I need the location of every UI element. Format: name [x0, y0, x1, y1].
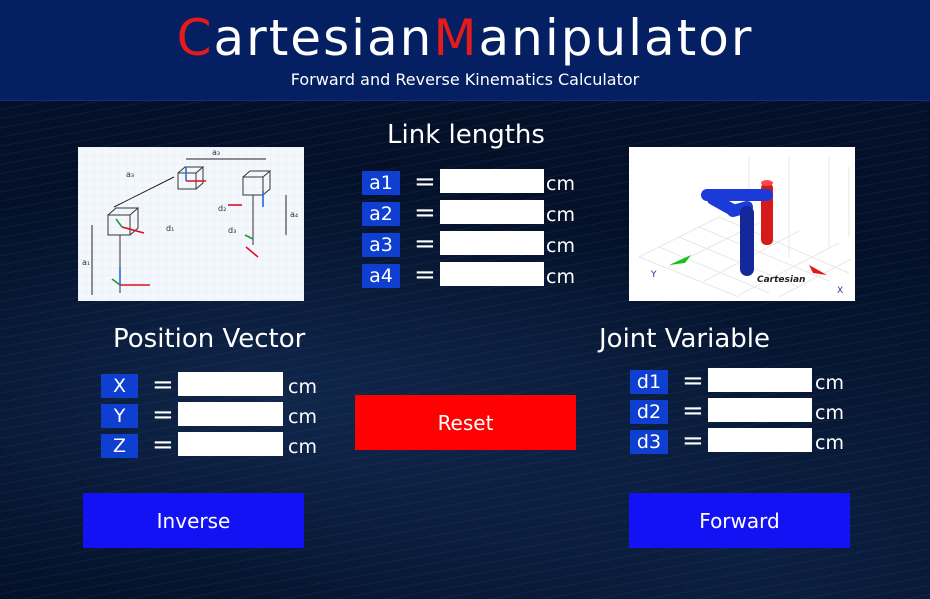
robot-render-image: Y X Cartesian — [629, 147, 855, 301]
position-z-row: Z = cm — [101, 430, 331, 460]
link-a3-row: a3 = cm — [362, 229, 592, 259]
equals-sign: = — [682, 426, 704, 456]
link-a2-label: a2 — [362, 202, 400, 226]
equals-sign: = — [682, 366, 704, 396]
inverse-button[interactable]: Inverse — [83, 493, 304, 548]
link-a3-unit: cm — [546, 235, 575, 257]
equals-sign: = — [152, 400, 174, 430]
position-x-label: X — [101, 374, 138, 398]
position-y-row: Y = cm — [101, 400, 331, 430]
link-a2-unit: cm — [546, 204, 575, 226]
joint-d3-label: d3 — [630, 430, 668, 454]
equals-sign: = — [414, 260, 436, 290]
position-x-row: X = cm — [101, 370, 331, 400]
equals-sign: = — [682, 396, 704, 426]
diagram-label-a4: a₄ — [290, 210, 298, 219]
joint-d1-unit: cm — [815, 372, 844, 394]
joint-variable-title: Joint Variable — [599, 324, 771, 354]
diagram-label-d3: d₃ — [228, 226, 236, 235]
link-a1-row: a1 = cm — [362, 167, 592, 197]
forward-button[interactable]: Forward — [629, 493, 850, 548]
link-a2-input[interactable] — [440, 200, 544, 224]
diagram-label-a3: a₃ — [126, 170, 134, 179]
link-a3-label: a3 — [362, 233, 400, 257]
robot-axis-x: X — [837, 286, 843, 296]
equals-sign: = — [152, 370, 174, 400]
position-y-unit: cm — [288, 406, 317, 428]
position-x-input[interactable] — [178, 372, 283, 396]
joint-d1-row: d1 = cm — [630, 366, 860, 396]
reset-button[interactable]: Reset — [355, 395, 576, 450]
joint-d1-label: d1 — [630, 370, 668, 394]
link-lengths-title: Link lengths — [387, 120, 545, 150]
link-a3-input[interactable] — [440, 231, 544, 255]
joint-d3-row: d3 = cm — [630, 426, 860, 456]
link-a1-input[interactable] — [440, 169, 544, 193]
link-a4-label: a4 — [362, 264, 400, 288]
joint-d2-label: d2 — [630, 400, 668, 424]
joint-d1-input[interactable] — [708, 368, 812, 392]
position-y-input[interactable] — [178, 402, 283, 426]
diagram-label-a3-top: a₃ — [212, 148, 220, 157]
position-x-unit: cm — [288, 376, 317, 398]
position-z-label: Z — [101, 434, 138, 458]
position-z-unit: cm — [288, 436, 317, 458]
equals-sign: = — [414, 167, 436, 197]
joint-d2-input[interactable] — [708, 398, 812, 422]
diagram-label-d1: d₁ — [166, 224, 174, 233]
diagram-label-a1: a₁ — [82, 258, 90, 267]
diagram-label-d2: d₂ — [218, 204, 226, 213]
joint-d2-row: d2 = cm — [630, 396, 860, 426]
position-vector-title: Position Vector — [113, 324, 306, 354]
joint-d3-unit: cm — [815, 432, 844, 454]
kinematics-diagram-image: a₃ a₃ a₄ a₁ d₁ d₂ d₃ — [78, 147, 304, 301]
link-a1-label: a1 — [362, 171, 400, 195]
link-a2-row: a2 = cm — [362, 198, 592, 228]
app-subtitle: Forward and Reverse Kinematics Calculato… — [290, 70, 640, 89]
position-y-label: Y — [101, 404, 138, 428]
joint-d3-input[interactable] — [708, 428, 812, 452]
robot-axis-y: Y — [650, 270, 657, 280]
equals-sign: = — [414, 229, 436, 259]
link-a4-row: a4 = cm — [362, 260, 592, 290]
link-a4-input[interactable] — [440, 262, 544, 286]
robot-caption: Cartesian — [757, 275, 805, 285]
equals-sign: = — [414, 198, 436, 228]
link-a4-unit: cm — [546, 266, 575, 288]
equals-sign: = — [152, 430, 174, 460]
app-title: CartesianManipulator — [176, 9, 754, 67]
header-bar: CartesianManipulator Forward and Reverse… — [0, 0, 930, 101]
joint-d2-unit: cm — [815, 402, 844, 424]
link-a1-unit: cm — [546, 173, 575, 195]
position-z-input[interactable] — [178, 432, 283, 456]
